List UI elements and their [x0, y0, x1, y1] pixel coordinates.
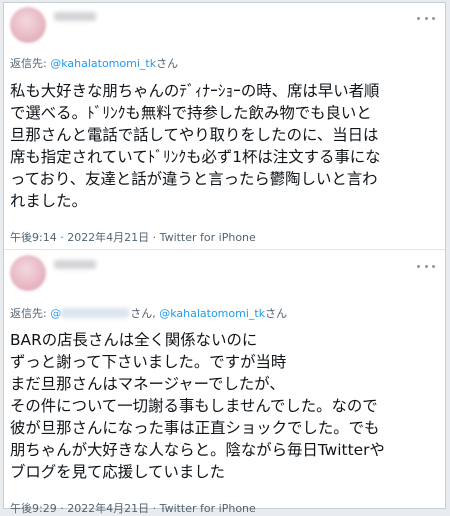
tweet-line: 席も指定されていてﾄﾞﾘﾝｸも必ず1杯は注文する事にな	[10, 148, 381, 166]
tweet-text: BARの店長さんは全く関係ないのに ずっと謝って下さいました。ですが当時 まだ旦…	[10, 329, 441, 483]
reply-suffix: さん	[156, 57, 179, 70]
tweet-line: っており、友達と話が違うと言ったら鬱陶しいと言わ	[10, 170, 378, 188]
tweet-line: 私も大好きな朋ちゃんのﾃﾞｨﾅｰｼｮｰの時、席は早い者順	[10, 82, 380, 100]
tweet-line: ずっと謝って下さいました。ですが当時	[10, 353, 287, 371]
tweet-2[interactable]: 返信先: @ さん, @kahalatomomi_tkさん BARの店長さんは全く…	[4, 250, 445, 515]
avatar[interactable]	[10, 7, 46, 43]
reply-handle-link[interactable]: @kahalatomomi_tk	[50, 57, 156, 70]
tweet-line: まだ旦那さんはマネージャーでしたが、	[10, 375, 285, 393]
tweet-timestamp[interactable]: 午後9:29 · 2022年4月21日 · Twitter for iPhone	[10, 500, 256, 516]
display-name-redacted[interactable]	[54, 260, 96, 269]
tweet-line: 朋ちゃんが大好きな人ならと。陰ながら毎日Twitterや	[10, 441, 385, 459]
avatar[interactable]	[10, 255, 46, 291]
tweet-thread: 返信先: @kahalatomomi_tkさん 私も大好きな朋ちゃんのﾃﾞｨﾅｰ…	[3, 2, 446, 515]
reply-separator: さん,	[130, 307, 160, 320]
reply-suffix: さん	[265, 307, 288, 320]
tweet-text: 私も大好きな朋ちゃんのﾃﾞｨﾅｰｼｮｰの時、席は早い者順 で選べる。ﾄﾞﾘﾝｸも…	[10, 80, 441, 212]
reply-handle-link-redacted[interactable]: @	[50, 307, 61, 320]
more-options-icon[interactable]	[417, 13, 435, 23]
reply-prefix: 返信先:	[10, 307, 51, 320]
reply-prefix: 返信先:	[10, 57, 51, 70]
reply-handle-link[interactable]: @kahalatomomi_tk	[159, 307, 265, 320]
tweet-line: 旦那さんと電話で話してやり取りをしたのに、当日は	[10, 126, 379, 144]
replying-to: 返信先: @kahalatomomi_tkさん	[10, 55, 178, 71]
tweet-line: BARの店長さんは全く関係ないのに	[10, 331, 258, 349]
tweet-line: 彼が旦那さんになった事は正直ショックでした。でも	[10, 419, 380, 437]
tweet-line: で選べる。ﾄﾞﾘﾝｸも無料で持参した飲み物でも良いと	[10, 104, 372, 122]
display-name-redacted[interactable]	[54, 12, 96, 21]
tweet-timestamp[interactable]: 午後9:14 · 2022年4月21日 · Twitter for iPhone	[10, 229, 256, 245]
tweet-line: ブログを見て応援していました	[10, 463, 226, 481]
tweet-line: れました。	[10, 192, 87, 210]
tweet-line: その件について一切謝る事もしませんでした。なので	[10, 397, 378, 415]
redacted-handle	[61, 308, 130, 318]
tweet-1[interactable]: 返信先: @kahalatomomi_tkさん 私も大好きな朋ちゃんのﾃﾞｨﾅｰ…	[4, 3, 445, 253]
more-options-icon[interactable]	[417, 261, 435, 271]
replying-to: 返信先: @ さん, @kahalatomomi_tkさん	[10, 305, 287, 321]
